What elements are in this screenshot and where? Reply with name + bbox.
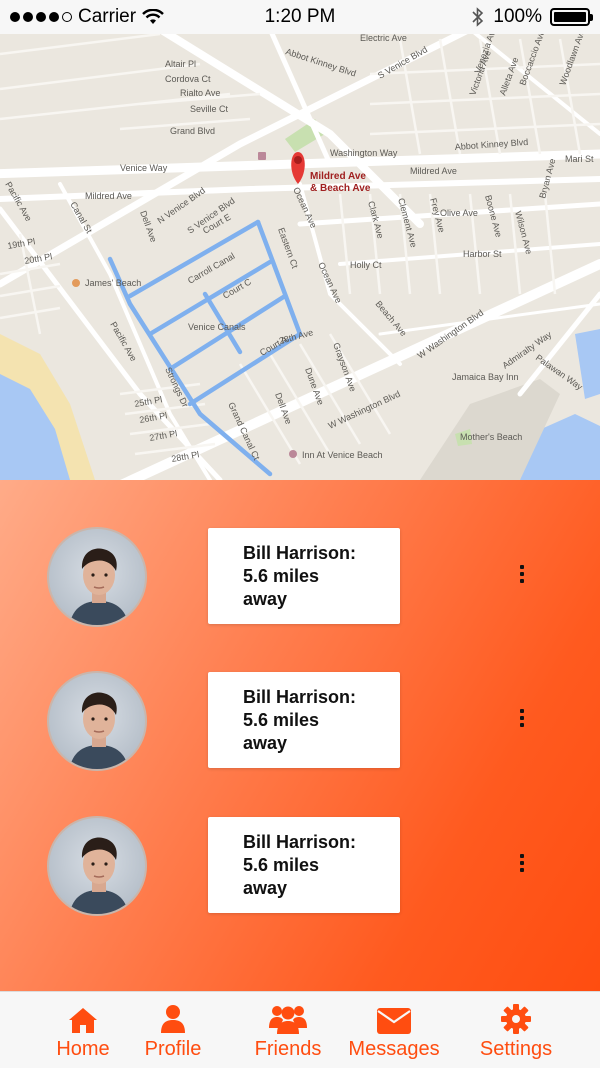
pin-label-line2: & Beach Ave — [310, 183, 371, 194]
battery-icon — [550, 8, 593, 26]
friend-distance: 5.6 miles — [243, 710, 320, 730]
friend-row[interactable]: Bill Harrison: 5.6 miles away — [0, 816, 600, 916]
friend-name: Bill Harrison: — [243, 543, 357, 563]
poi-restaurant-icon — [72, 279, 80, 287]
map-label-inn-venice: Inn At Venice Beach — [302, 450, 383, 460]
nearby-friends-panel: Bill Harrison: 5.6 miles away Bill Harri… — [0, 480, 600, 991]
poi-hotel-icon — [289, 450, 297, 458]
map-label-abbot-kinney-2: Abbot Kinney Blvd — [454, 137, 528, 152]
map-label-carroll-canal: Carroll Canal — [186, 251, 236, 286]
map-label-cordova: Cordova Ct — [165, 74, 211, 84]
map-label-mildred-2: Mildred Ave — [410, 166, 457, 176]
tab-messages-label: Messages — [348, 1038, 440, 1060]
map-label-dell-ave-2: Dell Ave — [138, 209, 159, 243]
carrier-name: Carrier — [78, 6, 137, 27]
map-label-james-beach: James' Beach — [85, 278, 141, 288]
bottom-tab-bar: Home Profile Friends Messages Settings — [0, 991, 600, 1068]
map-label-electric-ave: Electric Ave — [360, 34, 407, 43]
friend-distance-suffix: away — [243, 733, 288, 753]
friend-distance-suffix: away — [243, 878, 288, 898]
map-label-mothers-beach: Mother's Beach — [460, 432, 522, 442]
map-label-olive: Olive Ave — [440, 208, 478, 218]
map-label-venice-way: Venice Way — [120, 163, 168, 173]
tab-home[interactable]: Home — [52, 1002, 114, 1061]
tab-settings[interactable]: Settings — [474, 1002, 558, 1061]
map-view[interactable]: Electric Ave Abbot Kinney Blvd S Venice … — [0, 34, 600, 480]
map-label-washington-way: Washington Way — [330, 148, 398, 158]
friend-distance: 5.6 miles — [243, 566, 320, 586]
map-label-holly: Holly Ct — [350, 260, 382, 270]
map-label-alleta: Alleta Ave — [497, 56, 520, 97]
map-graphic: Electric Ave Abbot Kinney Blvd S Venice … — [0, 34, 600, 480]
map-label-mari-st: Mari St — [565, 154, 594, 164]
friend-row[interactable]: Bill Harrison: 5.6 miles away — [0, 527, 600, 627]
more-options-icon[interactable] — [514, 565, 530, 589]
map-label-seville: Seville Ct — [190, 104, 229, 114]
status-left: Carrier — [10, 6, 164, 28]
gear-icon — [501, 1002, 531, 1034]
friend-info-card[interactable]: Bill Harrison: 5.6 miles away — [208, 672, 400, 768]
tab-profile[interactable]: Profile — [140, 1002, 206, 1061]
map-label-w-washington: W Washington Blvd — [415, 308, 485, 361]
map-label-boone: Boone Ave — [483, 194, 504, 238]
map-label-altair: Altair Pl — [165, 59, 196, 69]
tab-messages[interactable]: Messages — [344, 1002, 444, 1061]
tab-friends[interactable]: Friends — [250, 1002, 326, 1061]
map-label-25th-pl: 25th Pl — [134, 394, 163, 409]
status-right: 100% — [471, 6, 593, 28]
map-label-w-washington-2: W Washington Blvd — [327, 389, 402, 431]
map-label-jamaica-bay: Jamaica Bay Inn — [452, 372, 519, 382]
tab-friends-label: Friends — [254, 1038, 322, 1060]
home-icon — [67, 1002, 99, 1034]
map-label-grand: Grand Blvd — [170, 126, 215, 136]
tab-home-label: Home — [56, 1038, 110, 1060]
friend-name: Bill Harrison: — [243, 832, 357, 852]
user-icon — [161, 1002, 185, 1034]
more-options-icon[interactable] — [514, 854, 530, 878]
tab-profile-label: Profile — [144, 1038, 202, 1060]
map-label-eastern-ct: Eastern Ct — [276, 226, 300, 270]
map-label-rialto: Rialto Ave — [180, 88, 220, 98]
battery-percent: 100% — [493, 6, 542, 27]
more-options-icon[interactable] — [514, 709, 530, 733]
friend-row[interactable]: Bill Harrison: 5.6 miles away — [0, 671, 600, 771]
avatar[interactable] — [47, 527, 147, 627]
pin-label-line1: Mildred Ave — [310, 171, 366, 182]
avatar[interactable] — [47, 816, 147, 916]
tab-settings-label: Settings — [479, 1038, 553, 1060]
map-label-abbot-kinney: Abbot Kinney Blvd — [284, 46, 357, 78]
signal-strength-icon — [10, 12, 72, 22]
map-label-harbor: Harbor St — [463, 249, 502, 259]
users-icon — [269, 1002, 307, 1034]
friend-info-card[interactable]: Bill Harrison: 5.6 miles away — [208, 817, 400, 913]
map-label-ocean-ave: Ocean Ave — [316, 261, 344, 305]
friend-distance: 5.6 miles — [243, 855, 320, 875]
map-label-28th-pl: 28th Pl — [171, 449, 200, 464]
friend-distance-suffix: away — [243, 589, 288, 609]
wifi-icon — [142, 9, 164, 24]
map-label-mildred: Mildred Ave — [85, 191, 132, 201]
map-label-canal-st: Canal St — [68, 200, 94, 235]
location-pin-icon — [291, 152, 305, 184]
envelope-icon — [377, 1002, 411, 1034]
avatar[interactable] — [47, 671, 147, 771]
map-label-28th-ave: 28th Ave — [278, 327, 314, 346]
friend-info-card[interactable]: Bill Harrison: 5.6 miles away — [208, 528, 400, 624]
status-bar: Carrier 1:20 PM 100% — [0, 0, 600, 34]
poi-marker-icon — [258, 152, 266, 160]
map-label-woodlawn: Woodlawn Ave — [557, 34, 587, 87]
bluetooth-icon — [472, 7, 484, 27]
map-label-venice-canals: Venice Canals — [188, 322, 246, 332]
friend-name: Bill Harrison: — [243, 687, 357, 707]
